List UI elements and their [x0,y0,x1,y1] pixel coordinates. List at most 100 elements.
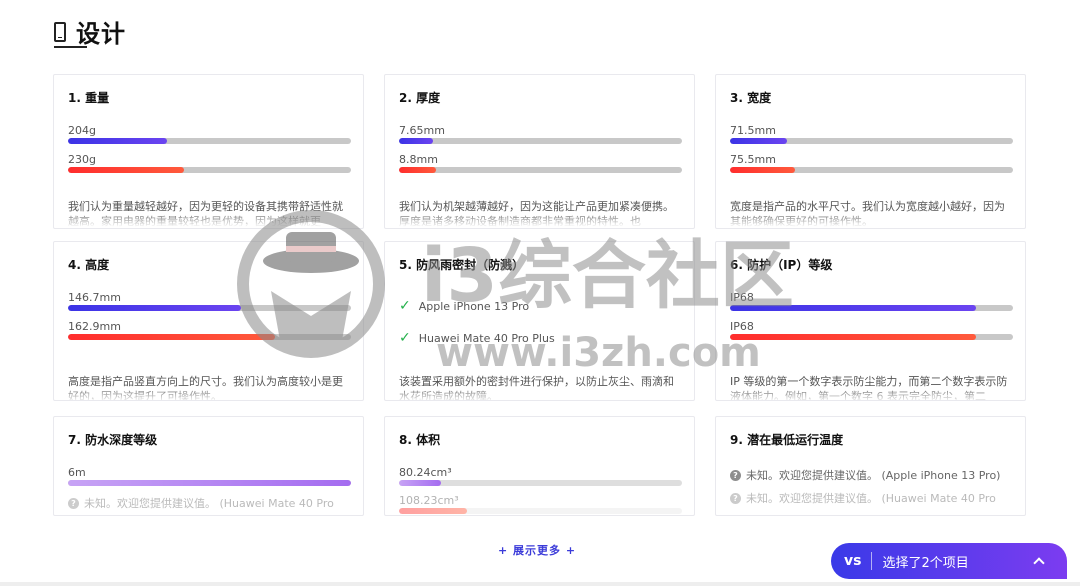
card-water-depth: 7. 防水深度等级 6m ? 未知。欢迎您提供建议值。 (Huawei Mate… [53,416,364,516]
metric-value: 146.7mm [68,291,121,304]
device-name: Huawei Mate 40 Pro Plus [418,331,555,345]
bar-track [68,305,351,311]
card-description: 我们认为重量越轻越好，因为更轻的设备其携带舒适性就越高。家用电器的重量较轻也是优… [68,199,353,227]
checkmark-icon: ✓ [399,298,411,314]
bar-fill [730,167,796,173]
title-underline [54,46,87,48]
metric-a: 7.65mm [399,123,682,144]
card-width: 3. 宽度 71.5mm 75.5mm 宽度是指产品的水平尺寸。我们认为宽度越小… [715,74,1026,229]
metric-value: 71.5mm [730,124,776,137]
metric-b: 230g [68,152,351,173]
bar-track [68,480,351,486]
card-title: 2. 厚度 [399,91,441,105]
card-title: 9. 潜在最低运行温度 [730,433,844,447]
bar-fill [68,167,185,173]
card-description: 高度是指产品竖直方向上的尺寸。我们认为高度较小是更好的，因为这提升了可操作性。 [68,374,353,400]
card-description: 宽度是指产品的水平尺寸。我们认为宽度越小越好，因为其能够确保更好的可操作性。 [730,199,1015,227]
bar-fill [399,508,467,514]
bar-track [730,334,1013,340]
bar-track [68,167,351,173]
bar-track [399,138,682,144]
metric-value: 8.8mm [399,153,438,166]
question-icon: ? [730,492,741,504]
bar-track [399,480,682,486]
chevron-up-icon[interactable] [1033,557,1045,569]
metric-value: IP68 [730,291,754,304]
metric-a: 80.24cm³ [399,465,682,486]
card-min-temperature: 9. 潜在最低运行温度 ? 未知。欢迎您提供建议值。 (Apple iPhone… [715,416,1026,516]
bar-fill [68,334,275,340]
device-name: Apple iPhone 13 Pro [418,299,530,313]
bottom-divider [0,582,1080,586]
card-weather-seal: 5. 防风雨密封（防溅） ✓ Apple iPhone 13 Pro ✓ Hua… [384,241,695,401]
bar-fill [68,138,168,144]
show-more-link[interactable]: + 展示更多 + [498,542,576,558]
vs-logo: vs [844,553,862,569]
metric-value: IP68 [730,320,754,333]
section-title: 设计 [76,20,126,48]
card-description: 该装置采用额外的密封件进行保护，以防止灰尘、雨滴和水花所造成的故障。 [399,374,684,400]
metric-b: 108.23cm³ [399,493,682,514]
unknown-row: ? 未知。欢迎您提供建议值。 (Huawei Mate 40 Pro [730,490,1015,506]
metric-value: 204g [68,124,96,137]
metric-a: 146.7mm [68,290,351,311]
card-title: 6. 防护（IP）等级 [730,258,833,272]
compare-selection-bar[interactable]: vs 选择了2个项目 [831,543,1067,579]
question-icon: ? [68,497,79,509]
card-thickness: 2. 厚度 7.65mm 8.8mm 我们认为机架越薄越好，因为这能让产品更加紧… [384,74,695,229]
bar-track [68,138,351,144]
unknown-text: 未知。欢迎您提供建议值。 (Apple iPhone 13 Pro) [746,469,1001,482]
question-icon: ? [730,469,741,481]
metric-b: 75.5mm [730,152,1013,173]
card-title: 1. 重量 [68,91,110,105]
metric-b: 8.8mm [399,152,682,173]
bar-track [68,334,351,340]
unknown-row: ? 未知。欢迎您提供建议值。 (Apple iPhone 13 Pro) [730,467,1015,483]
bar-track [399,167,682,173]
card-description: 我们认为机架越薄越好，因为这能让产品更加紧凑便携。厚度是诸多移动设备制造商都非常… [399,199,684,227]
unknown-row: ? 未知。欢迎您提供建议值。 (Huawei Mate 40 Pro [68,495,353,511]
metric-b: 162.9mm [68,319,351,340]
bar-fill [399,480,442,486]
checkmark-icon: ✓ [399,330,411,346]
bar-fill [68,305,241,311]
metric-value: 230g [68,153,96,166]
card-weight: 1. 重量 204g 230g 我们认为重量越轻越好，因为更轻的设备其携带舒适性… [53,74,364,229]
metric-a: 71.5mm [730,123,1013,144]
phone-icon [54,21,66,42]
metric-value: 7.65mm [399,124,445,137]
metric-value: 75.5mm [730,153,776,166]
card-title: 5. 防风雨密封（防溅） [399,258,525,272]
divider [871,552,873,570]
bar-fill [730,334,977,340]
selection-count: 选择了2个项目 [882,555,969,571]
metric-value: 108.23cm³ [399,494,459,507]
bar-fill [730,305,977,311]
unknown-text: 未知。欢迎您提供建议值。 (Huawei Mate 40 Pro [746,492,996,505]
card-volume: 8. 体积 80.24cm³ 108.23cm³ [384,416,695,516]
bar-track [730,305,1013,311]
bar-track [399,508,682,514]
card-height: 4. 高度 146.7mm 162.9mm 高度是指产品竖直方向上的尺寸。我们认… [53,241,364,401]
card-title: 3. 宽度 [730,91,772,105]
card-description: IP 等级的第一个数字表示防尘能力，而第二个数字表示防液体能力。例如，第一个数字… [730,374,1015,400]
unknown-text: 未知。欢迎您提供建议值。 (Huawei Mate 40 Pro [84,497,334,510]
section-header: 设计 [54,14,126,49]
metric-b: IP68 [730,319,1013,340]
bar-track [730,138,1013,144]
card-title: 4. 高度 [68,258,110,272]
bar-track [730,167,1013,173]
bar-fill [399,167,436,173]
bar-fill [730,138,787,144]
metric-value: 80.24cm³ [399,466,452,479]
metric-value: 6m [68,466,86,479]
bar-fill [399,138,433,144]
metric-a: 204g [68,123,351,144]
bar-fill [68,480,351,486]
metric-value: 162.9mm [68,320,121,333]
card-title: 8. 体积 [399,433,441,447]
card-title: 7. 防水深度等级 [68,433,158,447]
card-ip-rating: 6. 防护（IP）等级 IP68 IP68 IP 等级的第一个数字表示防尘能力，… [715,241,1026,401]
check-row-b: ✓ Huawei Mate 40 Pro Plus [399,330,555,346]
metric-a: IP68 [730,290,1013,311]
